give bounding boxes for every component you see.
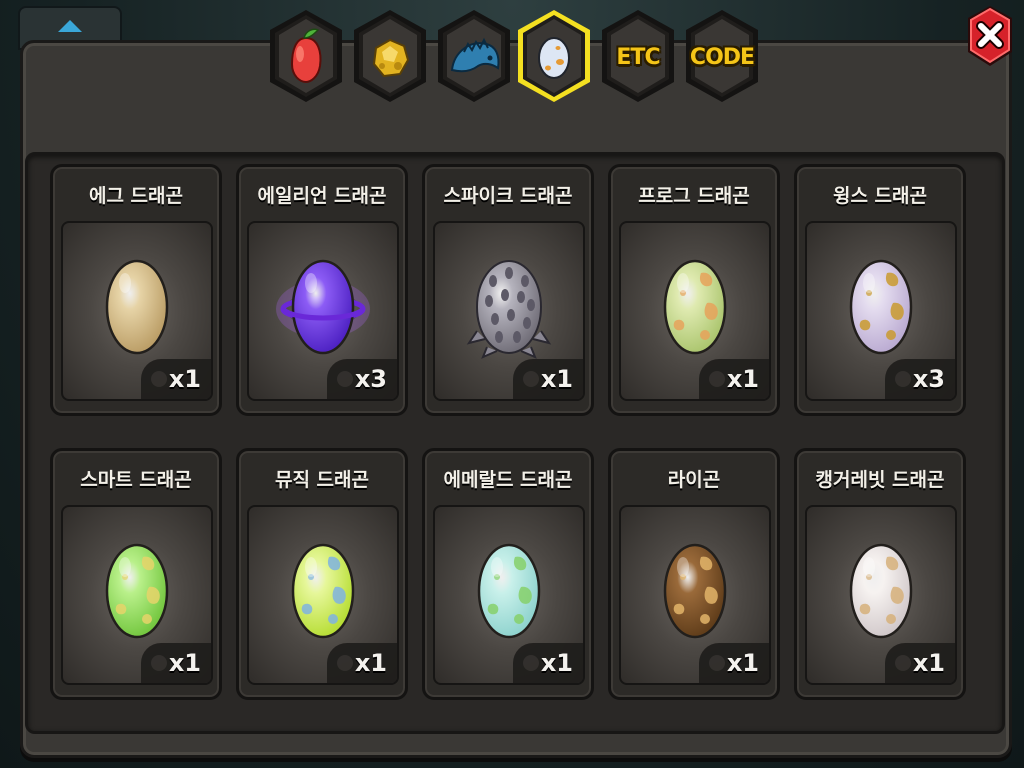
tab-fossil-frame — [438, 10, 510, 102]
tab-code-label: CODE — [689, 44, 755, 70]
egg-image — [477, 543, 541, 639]
tab-code[interactable]: CODE — [682, 8, 762, 106]
quantity-badge-icon — [895, 655, 911, 671]
quantity-badge-icon — [151, 371, 167, 387]
quantity-badge-icon — [709, 655, 725, 671]
tab-fruit-frame — [270, 10, 342, 102]
egg-image — [849, 259, 913, 355]
item-slot: x1 — [619, 505, 771, 685]
close-button[interactable] — [964, 4, 1016, 70]
item-name: 에일리언 드래곤 — [257, 185, 387, 207]
quantity-value: x1 — [540, 649, 573, 677]
quantity-badge: x1 — [141, 643, 211, 683]
item-card[interactable]: 에메랄드 드래곤 x1 — [422, 448, 594, 700]
quantity-badge: x1 — [513, 643, 583, 683]
dragon-egg-icon — [849, 543, 913, 639]
quantity-badge: x1 — [513, 359, 583, 399]
category-tabs: ETC CODE — [262, 2, 782, 112]
egg-image — [849, 543, 913, 639]
item-card[interactable]: 스파이크 드래곤 x1 — [422, 164, 594, 416]
dragon-egg-icon — [663, 543, 727, 639]
dragon-egg-icon — [105, 543, 169, 639]
egg-icon — [538, 37, 570, 79]
item-slot: x1 — [61, 221, 213, 401]
close-icon — [968, 6, 1012, 66]
quantity-value: x1 — [540, 365, 573, 393]
item-card[interactable]: 윙스 드래곤 x3 — [794, 164, 966, 416]
quantity-value: x1 — [912, 649, 945, 677]
item-name: 스마트 드래곤 — [80, 469, 192, 491]
quantity-value: x1 — [168, 365, 201, 393]
egg-image — [276, 259, 370, 355]
tab-gold-frame — [354, 10, 426, 102]
egg-image — [663, 543, 727, 639]
egg-image — [663, 259, 727, 355]
tab-egg[interactable] — [514, 8, 594, 106]
item-name: 캥거레빗 드래곤 — [815, 469, 945, 491]
quantity-value: x1 — [354, 649, 387, 677]
dragon-egg-icon — [849, 259, 913, 355]
quantity-badge-icon — [709, 371, 725, 387]
item-name: 뮤직 드래곤 — [274, 469, 369, 491]
dragon-egg-icon — [276, 259, 370, 355]
tab-egg-frame — [518, 10, 590, 102]
dragon-egg-icon — [477, 543, 541, 639]
game-screen: ETC CODE 에그 드래곤 x1 에일리언 드래곤 x3 스파이크 드래곤 x1 프로그 … — [0, 0, 1024, 768]
item-slot: x1 — [433, 221, 585, 401]
item-name: 라이곤 — [667, 469, 721, 491]
egg-image — [466, 260, 552, 359]
item-slot: x1 — [247, 505, 399, 685]
item-slot: x1 — [805, 505, 957, 685]
quantity-value: x3 — [912, 365, 945, 393]
scroll-up-arrow-icon — [58, 20, 82, 32]
item-name: 윙스 드래곤 — [832, 185, 927, 207]
quantity-value: x1 — [726, 649, 759, 677]
quantity-badge: x1 — [327, 643, 397, 683]
item-name: 에메랄드 드래곤 — [443, 469, 573, 491]
egg-image — [105, 259, 169, 355]
egg-image — [291, 543, 355, 639]
quantity-badge: x1 — [885, 643, 955, 683]
quantity-badge-icon — [151, 655, 167, 671]
tab-fruit[interactable] — [266, 8, 346, 106]
dragon-egg-icon — [663, 259, 727, 355]
dragon-egg-icon — [105, 259, 169, 355]
tab-fossil[interactable] — [434, 8, 514, 106]
quantity-badge-icon — [337, 371, 353, 387]
quantity-badge: x1 — [141, 359, 211, 399]
dragon-egg-icon — [466, 260, 552, 359]
quantity-badge-icon — [523, 371, 539, 387]
item-card[interactable]: 라이곤 x1 — [608, 448, 780, 700]
item-name: 에그 드래곤 — [88, 185, 183, 207]
item-card[interactable]: 스마트 드래곤 x1 — [50, 448, 222, 700]
quantity-badge-icon — [337, 655, 353, 671]
quantity-badge: x3 — [327, 359, 397, 399]
tab-etc-label: ETC — [616, 44, 660, 70]
quantity-badge-icon — [523, 655, 539, 671]
item-slot: x1 — [61, 505, 213, 685]
quantity-value: x3 — [354, 365, 387, 393]
item-slot: x1 — [433, 505, 585, 685]
item-slot: x1 — [619, 221, 771, 401]
quantity-badge: x1 — [699, 359, 769, 399]
tab-etc[interactable]: ETC — [598, 8, 678, 106]
quantity-badge: x1 — [699, 643, 769, 683]
item-card[interactable]: 캥거레빗 드래곤 x1 — [794, 448, 966, 700]
quantity-value: x1 — [168, 649, 201, 677]
tab-gold[interactable] — [350, 8, 430, 106]
quantity-value: x1 — [726, 365, 759, 393]
quantity-badge-icon — [895, 371, 911, 387]
item-slot: x3 — [247, 221, 399, 401]
item-name: 스파이크 드래곤 — [443, 185, 573, 207]
quantity-badge: x3 — [885, 359, 955, 399]
item-name: 프로그 드래곤 — [638, 185, 750, 207]
item-card[interactable]: 에일리언 드래곤 x3 — [236, 164, 408, 416]
item-slot: x3 — [805, 221, 957, 401]
item-card[interactable]: 뮤직 드래곤 x1 — [236, 448, 408, 700]
egg-image — [105, 543, 169, 639]
item-card[interactable]: 에그 드래곤 x1 — [50, 164, 222, 416]
gold-nugget-icon — [372, 38, 410, 78]
item-card[interactable]: 프로그 드래곤 x1 — [608, 164, 780, 416]
dragon-egg-icon — [291, 543, 355, 639]
